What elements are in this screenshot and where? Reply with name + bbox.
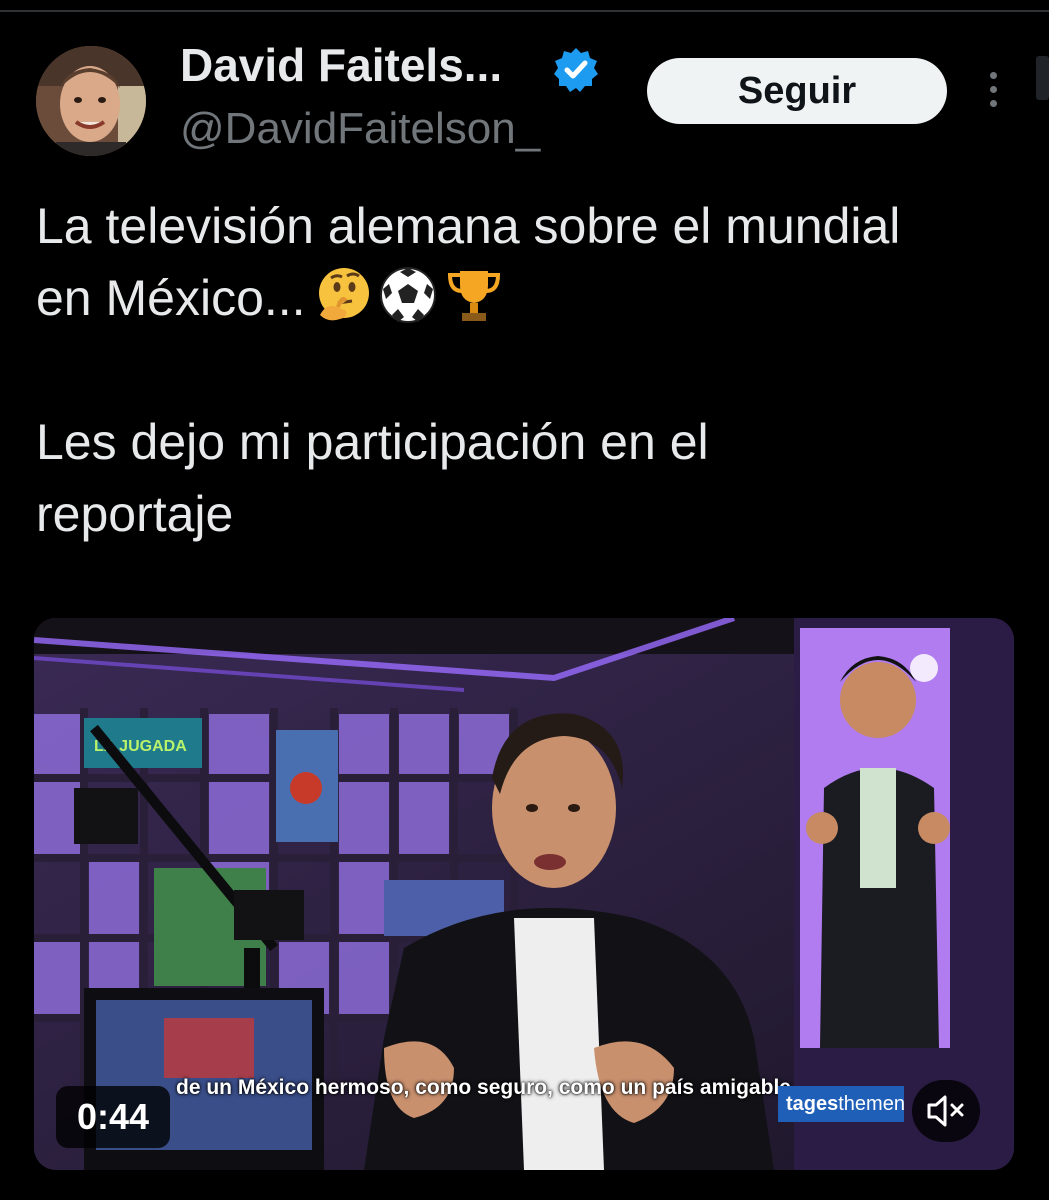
video-player[interactable]: LA JUGADA de un México hermoso, como seg… — [34, 618, 1014, 1170]
follow-button[interactable]: Seguir — [647, 58, 947, 124]
video-duration: 0:44 — [56, 1086, 170, 1148]
video-caption: de un México hermoso, como seguro, como … — [176, 1076, 791, 1099]
tweet-paragraph-2: Les dejo mi participación en el reportaj… — [36, 414, 709, 542]
author-display-name[interactable]: David Faitels... — [180, 38, 502, 92]
tweet-paragraph-1: La televisión alemana sobre el mundial e… — [36, 190, 916, 334]
tweet-text: La televisión alemana sobre el mundial e… — [36, 190, 916, 550]
trophy-icon — [447, 271, 500, 321]
soccer-ball-icon — [379, 267, 436, 323]
more-options-icon[interactable] — [982, 72, 1004, 112]
author-handle[interactable]: @DavidFaitelson_ — [180, 104, 540, 154]
avatar[interactable] — [36, 46, 146, 156]
thinking-face-icon — [318, 268, 369, 321]
mute-icon — [927, 1095, 964, 1127]
broadcaster-tag-bold: tages — [786, 1092, 839, 1115]
broadcaster-tag: tages themen — [778, 1086, 905, 1122]
broadcaster-tag-rest: themen — [838, 1092, 905, 1115]
scrollbar[interactable] — [1036, 56, 1049, 100]
mute-button[interactable] — [912, 1080, 980, 1142]
verified-badge-icon — [554, 48, 598, 92]
top-divider — [0, 10, 1049, 12]
